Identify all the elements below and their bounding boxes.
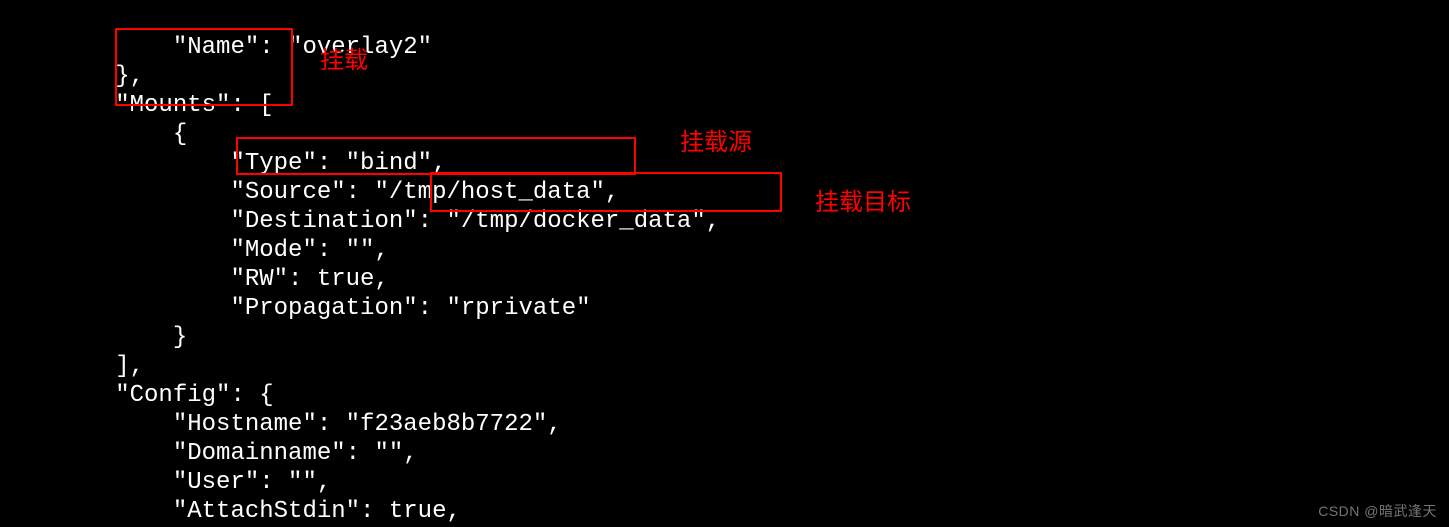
- code-line: "Type": "bind",: [0, 150, 446, 177]
- code-line: "Domainname": "",: [0, 440, 418, 467]
- code-line: {: [0, 121, 187, 148]
- code-line: "User": "",: [0, 469, 331, 496]
- code-line: "Propagation": "rprivate": [0, 295, 591, 322]
- code-line: "RW": true,: [0, 266, 389, 293]
- code-line: }: [0, 324, 187, 351]
- code-line: "Mode": "",: [0, 237, 389, 264]
- code-line: "Source": "/tmp/host_data",: [0, 179, 619, 206]
- code-line: "Config": {: [0, 382, 274, 409]
- code-line: },: [0, 63, 144, 90]
- code-line: "Mounts": [: [0, 92, 274, 119]
- code-line: "AttachStdin": true,: [0, 498, 461, 525]
- annotation-destination: 挂载目标: [815, 182, 911, 217]
- annotation-source: 挂载源: [680, 122, 752, 157]
- code-line: "Destination": "/tmp/docker_data",: [0, 208, 720, 235]
- annotation-mounts: 挂载: [320, 40, 368, 75]
- terminal-output: "Name": "overlay2" }, "Mounts": [ { "Typ…: [0, 0, 1449, 527]
- watermark-text: CSDN @暗武逢天: [1318, 501, 1437, 521]
- code-line: "Hostname": "f23aeb8b7722",: [0, 411, 562, 438]
- code-line: ],: [0, 353, 144, 380]
